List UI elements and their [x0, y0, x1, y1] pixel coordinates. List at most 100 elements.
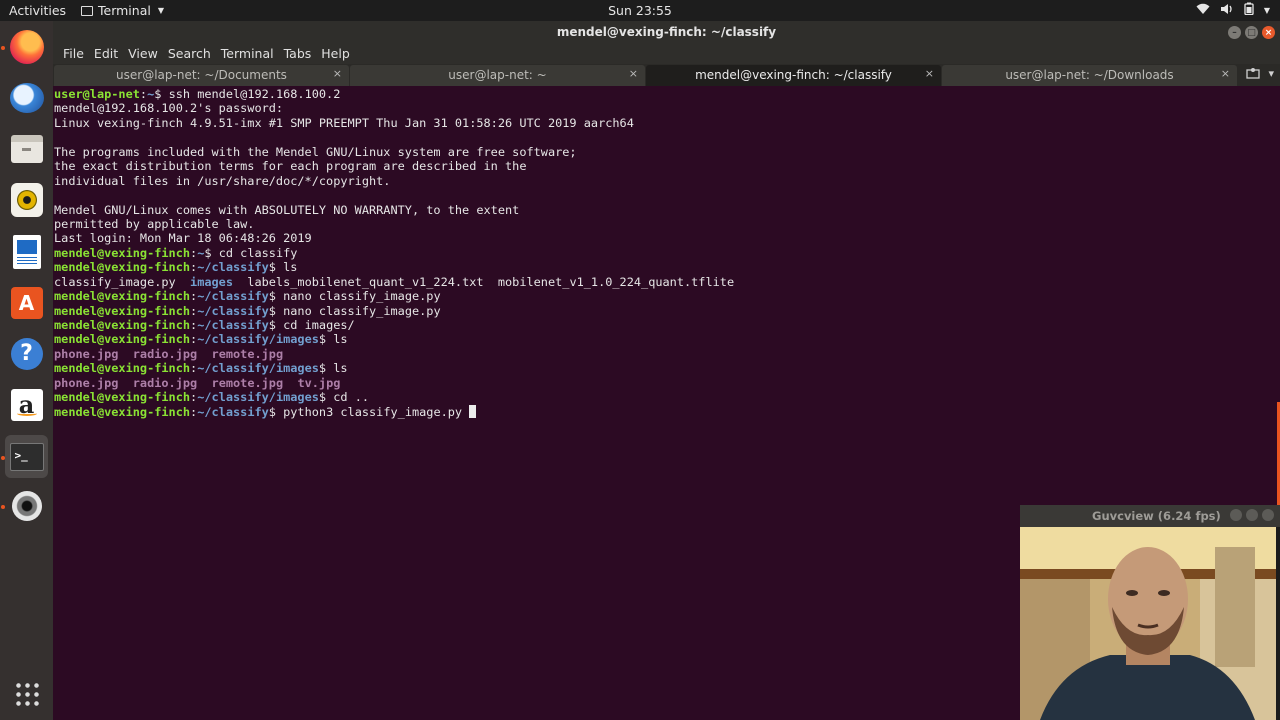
terminal-text: Mendel GNU/Linux comes with ABSOLUTELY N…: [54, 202, 520, 217]
chevron-down-icon[interactable]: ▼: [1264, 6, 1270, 15]
dock-software[interactable]: [5, 281, 48, 324]
close-tab-icon[interactable]: ×: [1221, 67, 1230, 80]
webcam-preview: [1020, 527, 1276, 720]
terminal-line: permitted by applicable law.: [54, 217, 1280, 231]
file-name: radio.jpg: [132, 375, 198, 390]
terminal-line: mendel@vexing-finch:~/classify$ python3 …: [54, 404, 1280, 419]
terminal-line: phone.jpg radio.jpg remote.jpg tv.jpg: [54, 376, 1280, 390]
close-tab-icon[interactable]: ×: [629, 67, 638, 80]
terminal-text: Linux vexing-finch 4.9.51-imx #1 SMP PRE…: [54, 115, 634, 130]
terminal-line: mendel@vexing-finch:~/classify/images$ l…: [54, 361, 1280, 375]
maximize-button[interactable]: □: [1245, 26, 1258, 39]
file-name: remote.jpg: [211, 375, 284, 390]
menu-view[interactable]: View: [123, 44, 163, 64]
file-name: remote.jpg: [211, 346, 284, 361]
top-panel: Activities Terminal ▼ Sun 23:55 ▼: [0, 0, 1280, 21]
dock-amazon[interactable]: a: [5, 383, 48, 426]
dock-rhythmbox[interactable]: [5, 178, 48, 221]
new-tab-icon[interactable]: [1246, 67, 1261, 82]
webcam-icon: [11, 490, 42, 521]
maximize-button[interactable]: [1246, 509, 1258, 521]
prompt-path: ~/classify/images: [197, 361, 319, 376]
dock-thunderbird[interactable]: [5, 76, 48, 119]
dock-guvcview[interactable]: [5, 484, 48, 527]
prompt-user: mendel@vexing-finch: [54, 361, 191, 376]
file-name: phone.jpg: [54, 375, 119, 390]
menu-file[interactable]: File: [58, 44, 89, 64]
minimize-button[interactable]: –: [1228, 26, 1241, 39]
menu-terminal[interactable]: Terminal: [216, 44, 279, 64]
tab-bar: user@lap-net: ~/Documents × user@lap-net…: [53, 64, 1280, 86]
menu-search[interactable]: Search: [163, 44, 216, 64]
terminal-text: Last login: Mon Mar 18 06:48:26 2019: [54, 231, 312, 246]
prompt-user: user@lap-net: [54, 87, 140, 101]
grid-icon: [13, 680, 40, 707]
window-titlebar[interactable]: mendel@vexing-finch: ~/classify – □ ×: [53, 21, 1280, 44]
terminal-line: phone.jpg radio.jpg remote.jpg: [54, 347, 1280, 361]
menu-help[interactable]: Help: [316, 44, 355, 64]
guvcview-titlebar[interactable]: Guvcview (6.24 fps): [1020, 505, 1280, 527]
close-tab-icon[interactable]: ×: [925, 67, 934, 80]
terminal-text: permitted by applicable law.: [54, 216, 255, 231]
wifi-icon[interactable]: [1196, 3, 1210, 18]
terminal-text: $ nano classify_image.py: [268, 289, 441, 304]
help-icon: ?: [10, 337, 43, 370]
tab-downloads[interactable]: user@lap-net: ~/Downloads ×: [942, 65, 1237, 86]
terminal-line: mendel@vexing-finch:~/classify/images$ c…: [54, 390, 1280, 404]
terminal-text: the exact distribution terms for each pr…: [54, 159, 527, 174]
prompt-user: mendel@vexing-finch: [54, 332, 191, 347]
tab-documents[interactable]: user@lap-net: ~/Documents ×: [54, 65, 349, 86]
tab-classify[interactable]: mendel@vexing-finch: ~/classify ×: [646, 65, 941, 86]
terminal-text: $ ls: [268, 260, 298, 275]
guvcview-window[interactable]: Guvcview (6.24 fps): [1020, 505, 1280, 720]
terminal-line: mendel@vexing-finch:~/classify$ nano cla…: [54, 304, 1280, 318]
terminal-line: mendel@192.168.100.2's password:: [54, 101, 1280, 115]
prompt-path: ~/classify/images: [197, 390, 319, 405]
amazon-icon: a: [10, 388, 43, 421]
dock-firefox[interactable]: [5, 25, 48, 68]
dock-files[interactable]: [5, 127, 48, 170]
volume-icon[interactable]: [1220, 3, 1234, 18]
clock[interactable]: Sun 23:55: [0, 3, 1280, 18]
battery-icon[interactable]: [1244, 2, 1254, 18]
show-applications-button[interactable]: [5, 672, 48, 715]
webcam-person-image: [1020, 527, 1276, 720]
terminal-text: $ python3 classify_image.py: [268, 404, 470, 419]
terminal-text: mendel@192.168.100.2's password:: [54, 101, 284, 116]
thunderbird-icon: [9, 82, 44, 113]
tab-actions: ▾: [1246, 67, 1274, 82]
menu-edit[interactable]: Edit: [89, 44, 123, 64]
window-controls: – □ ×: [1228, 26, 1275, 39]
terminal-line: user@lap-net:~$ ssh mendel@192.168.100.2: [54, 87, 1280, 101]
tab-label: user@lap-net: ~/Downloads: [1005, 68, 1174, 82]
prompt-user: mendel@vexing-finch: [54, 289, 191, 304]
writer-icon: [12, 234, 41, 269]
tabs-menu-icon[interactable]: ▾: [1268, 67, 1274, 82]
prompt-user: mendel@vexing-finch: [54, 260, 191, 275]
prompt-path: ~/classify/images: [197, 332, 319, 347]
terminal-line: mendel@vexing-finch:~/classify$ nano cla…: [54, 289, 1280, 303]
terminal-text: :: [139, 87, 148, 101]
terminal-text: classify_image.py: [54, 274, 191, 289]
prompt-path: ~/classify: [197, 260, 269, 275]
file-name: phone.jpg: [54, 346, 119, 361]
tab-label: user@lap-net: ~/Documents: [116, 68, 287, 82]
rhythmbox-icon: [10, 182, 43, 217]
close-button[interactable]: [1262, 509, 1274, 521]
tab-label: mendel@vexing-finch: ~/classify: [695, 68, 892, 82]
minimize-button[interactable]: [1230, 509, 1242, 521]
prompt-user: mendel@vexing-finch: [54, 303, 191, 318]
dock-help[interactable]: ?: [5, 332, 48, 375]
terminal-line: mendel@vexing-finch:~/classify/images$ l…: [54, 332, 1280, 346]
tab-label: user@lap-net: ~: [448, 68, 547, 82]
prompt-user: mendel@vexing-finch: [54, 318, 191, 332]
close-button[interactable]: ×: [1262, 26, 1275, 39]
menu-tabs[interactable]: Tabs: [279, 44, 317, 64]
system-tray[interactable]: ▼: [1196, 2, 1270, 18]
dock-writer[interactable]: [5, 230, 48, 273]
dock-terminal[interactable]: >_: [5, 435, 48, 478]
close-tab-icon[interactable]: ×: [333, 67, 342, 80]
terminal-line: Linux vexing-finch 4.9.51-imx #1 SMP PRE…: [54, 116, 1280, 130]
tab-home[interactable]: user@lap-net: ~ ×: [350, 65, 645, 86]
